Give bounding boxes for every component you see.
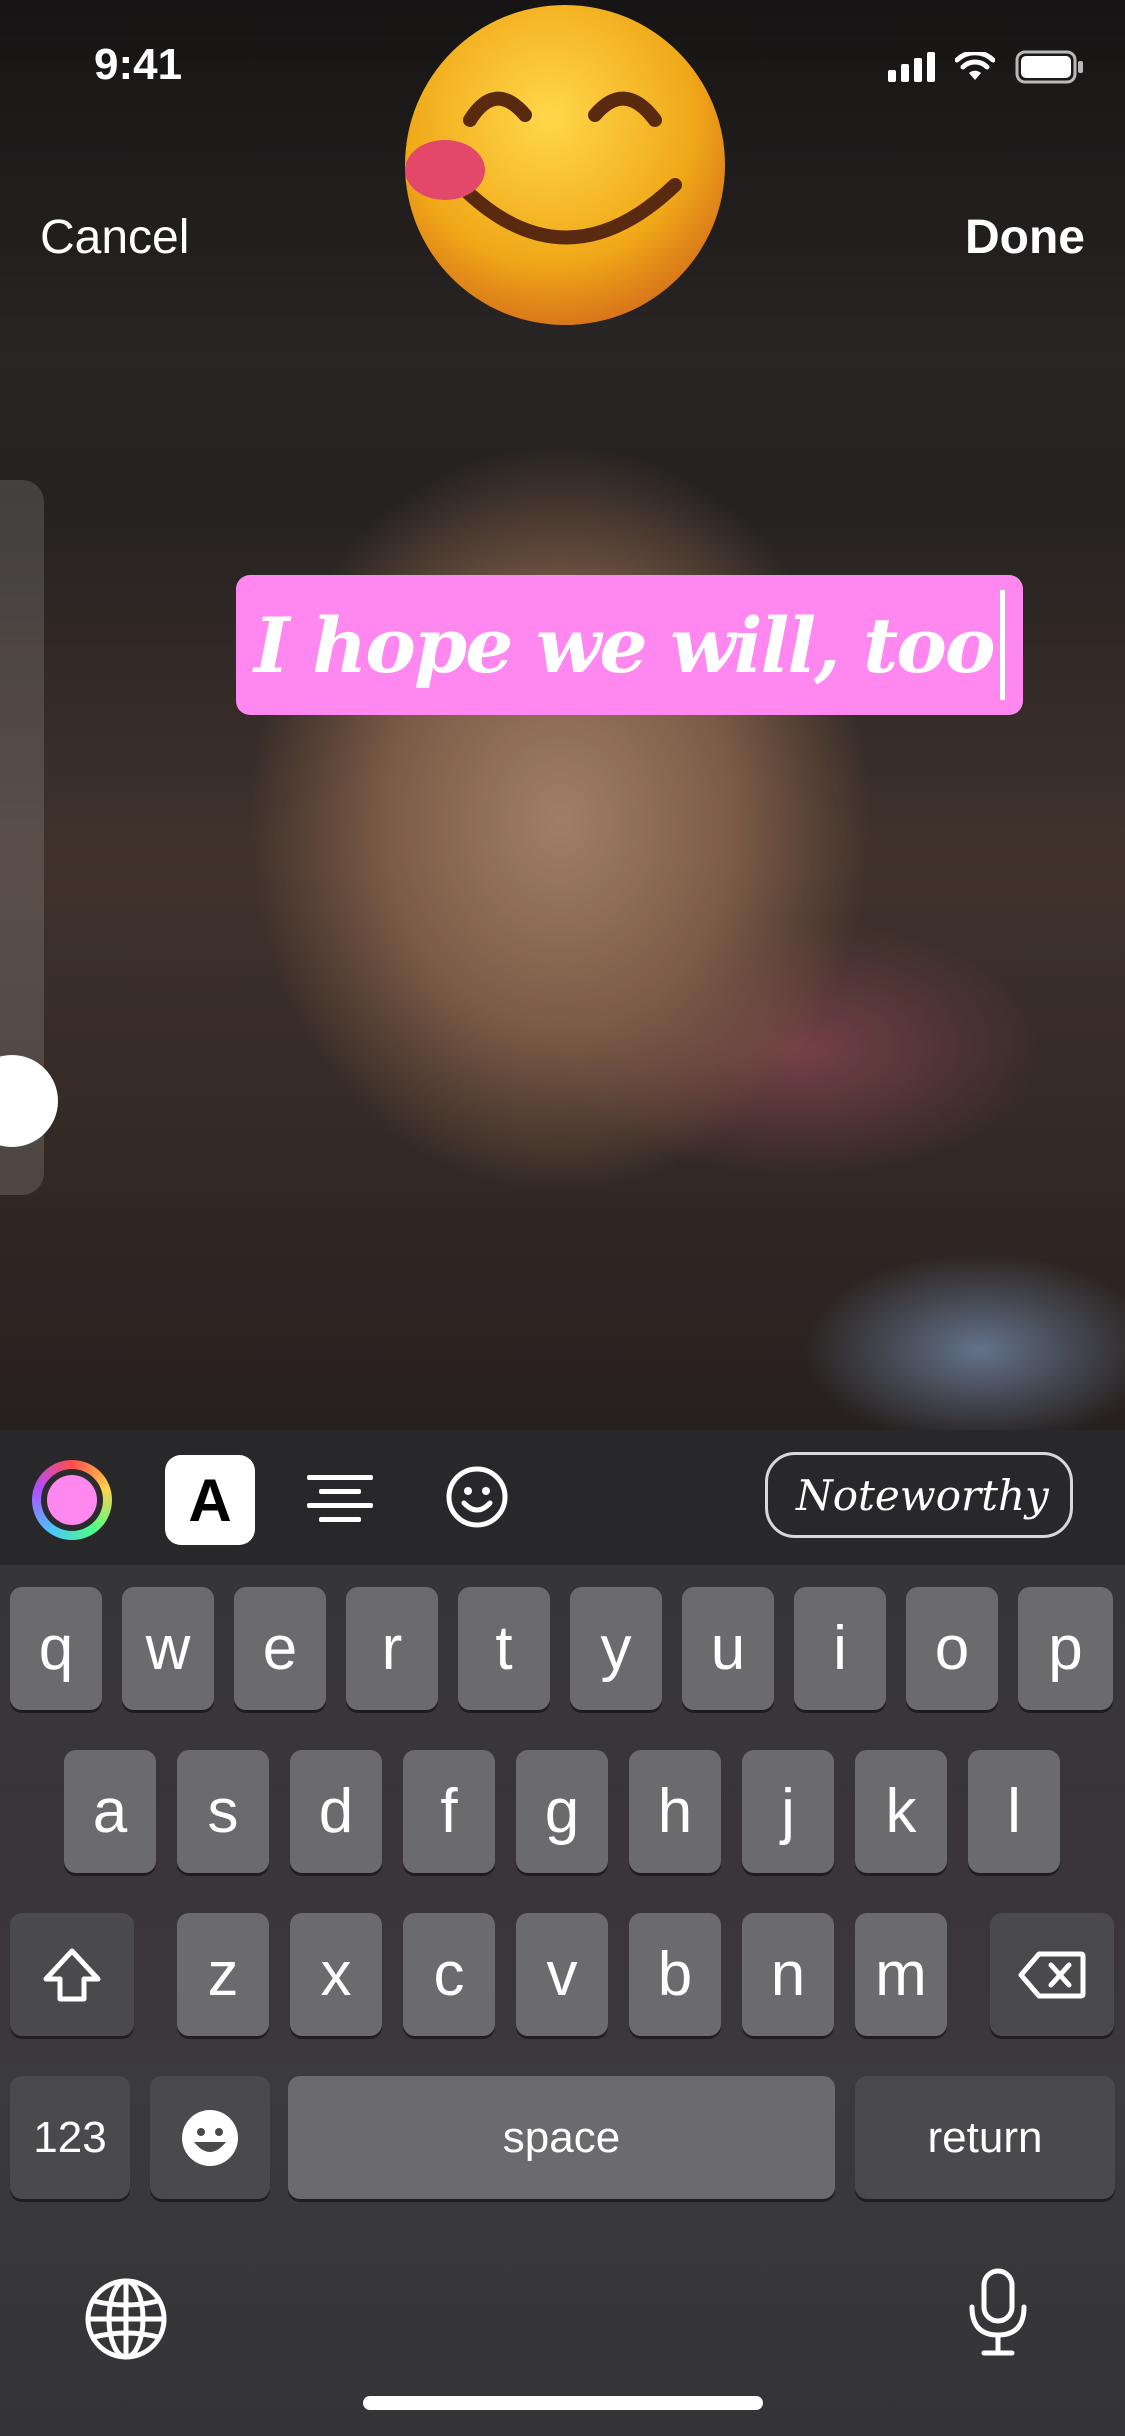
key-y[interactable]: y bbox=[570, 1587, 662, 1710]
text-style-button[interactable]: A bbox=[165, 1455, 255, 1545]
key-i[interactable]: i bbox=[794, 1587, 886, 1710]
key-o[interactable]: o bbox=[906, 1587, 998, 1710]
delete-key[interactable] bbox=[990, 1913, 1114, 2036]
key-h[interactable]: h bbox=[629, 1750, 721, 1873]
key-v[interactable]: v bbox=[516, 1913, 608, 2036]
wifi-icon bbox=[955, 52, 995, 80]
cancel-button[interactable]: Cancel bbox=[40, 210, 189, 265]
key-g[interactable]: g bbox=[516, 1750, 608, 1873]
yum-emoji-sticker[interactable] bbox=[400, 0, 730, 330]
key-w[interactable]: w bbox=[122, 1587, 214, 1710]
font-picker[interactable]: Noteworthy bbox=[765, 1452, 1073, 1538]
key-u[interactable]: u bbox=[682, 1587, 774, 1710]
key-a[interactable]: a bbox=[64, 1750, 156, 1873]
key-b[interactable]: b bbox=[629, 1913, 721, 2036]
home-indicator[interactable] bbox=[363, 2396, 763, 2410]
key-x[interactable]: x bbox=[290, 1913, 382, 2036]
key-c[interactable]: c bbox=[403, 1913, 495, 2036]
text-cursor bbox=[999, 590, 1005, 700]
key-p[interactable]: p bbox=[1018, 1587, 1113, 1710]
key-e[interactable]: e bbox=[234, 1587, 326, 1710]
smiley-icon[interactable] bbox=[445, 1465, 509, 1529]
color-picker-button[interactable] bbox=[32, 1460, 112, 1540]
shift-arrow-icon bbox=[43, 1948, 101, 2001]
shift-key[interactable] bbox=[10, 1913, 134, 2036]
font-name: Noteworthy bbox=[796, 1470, 1049, 1520]
key-n[interactable]: n bbox=[742, 1913, 834, 2036]
text-sticker[interactable]: I hope we will, too bbox=[236, 575, 1023, 715]
battery-icon bbox=[1015, 50, 1083, 84]
key-z[interactable]: z bbox=[177, 1913, 269, 2036]
key-q[interactable]: q bbox=[10, 1587, 102, 1710]
space-key[interactable]: space bbox=[288, 2076, 835, 2199]
status-icons bbox=[888, 50, 1085, 84]
key-r[interactable]: r bbox=[346, 1587, 438, 1710]
return-key[interactable]: return bbox=[855, 2076, 1115, 2199]
text-tools-bar: A Noteworthy bbox=[0, 1430, 1125, 1565]
key-s[interactable]: s bbox=[177, 1750, 269, 1873]
key-d[interactable]: d bbox=[290, 1750, 382, 1873]
status-time: 9:41 bbox=[94, 40, 183, 89]
microphone-icon[interactable] bbox=[966, 2267, 1030, 2359]
keyboard: q w e r t y u i o p a s d f g h j k l z … bbox=[0, 1565, 1125, 2436]
cellular-signal-icon bbox=[888, 52, 935, 82]
backspace-icon bbox=[1018, 1951, 1086, 1998]
key-f[interactable]: f bbox=[403, 1750, 495, 1873]
text-sticker-content[interactable]: I hope we will, too bbox=[254, 601, 996, 690]
key-k[interactable]: k bbox=[855, 1750, 947, 1873]
key-j[interactable]: j bbox=[742, 1750, 834, 1873]
key-l[interactable]: l bbox=[968, 1750, 1060, 1873]
emoji-key[interactable] bbox=[150, 2076, 270, 2199]
done-button[interactable]: Done bbox=[965, 210, 1085, 265]
emoji-keyboard-icon bbox=[182, 2109, 238, 2166]
numbers-key[interactable]: 123 bbox=[10, 2076, 130, 2199]
key-m[interactable]: m bbox=[855, 1913, 947, 2036]
key-t[interactable]: t bbox=[458, 1587, 550, 1710]
selected-color-swatch bbox=[47, 1475, 97, 1525]
align-center-icon[interactable] bbox=[305, 1470, 375, 1530]
story-text-editor: 9:41 Cancel Done I hope we will, too A N… bbox=[0, 0, 1125, 2436]
globe-icon[interactable] bbox=[84, 2277, 168, 2361]
